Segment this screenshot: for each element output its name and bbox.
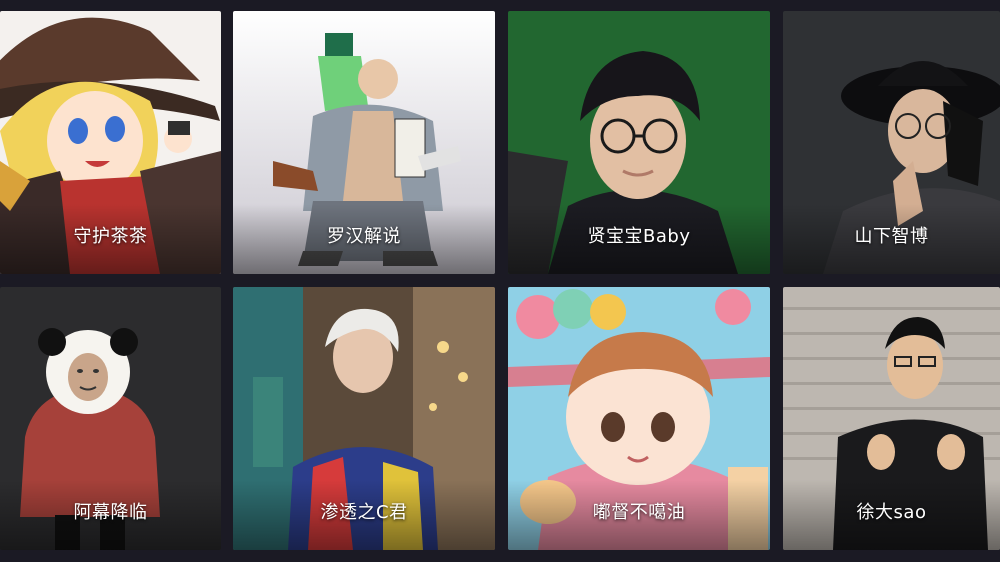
creator-name: 守护茶茶 (73, 226, 148, 247)
creator-card[interactable]: 嘟督不噶油 (508, 287, 770, 550)
creator-name: 嘟督不噶油 (592, 502, 686, 523)
creator-name: 山下智博 (854, 226, 929, 247)
creator-card[interactable]: 贤宝宝Baby (508, 11, 770, 274)
creator-name: 罗汉解说 (327, 226, 401, 247)
creator-name: 贤宝宝Baby (587, 226, 691, 247)
creator-card[interactable]: 守护茶茶 (0, 11, 221, 274)
creator-name: 徐大sao (856, 502, 927, 523)
creator-name: 渗透之C君 (320, 502, 408, 523)
creator-grid: 守护茶茶 罗汉解说 贤宝宝Baby 山下智博 阿幕降临 渗透之C君 嘟督不噶油 … (0, 0, 1000, 562)
creator-card[interactable]: 阿幕降临 (0, 287, 221, 550)
creator-card[interactable]: 罗汉解说 (233, 11, 495, 274)
creator-card[interactable]: 渗透之C君 (233, 287, 495, 550)
creator-name: 阿幕降临 (73, 502, 148, 523)
creator-card[interactable]: 山下智博 (783, 11, 1000, 274)
creator-card[interactable]: 徐大sao (783, 287, 1000, 550)
